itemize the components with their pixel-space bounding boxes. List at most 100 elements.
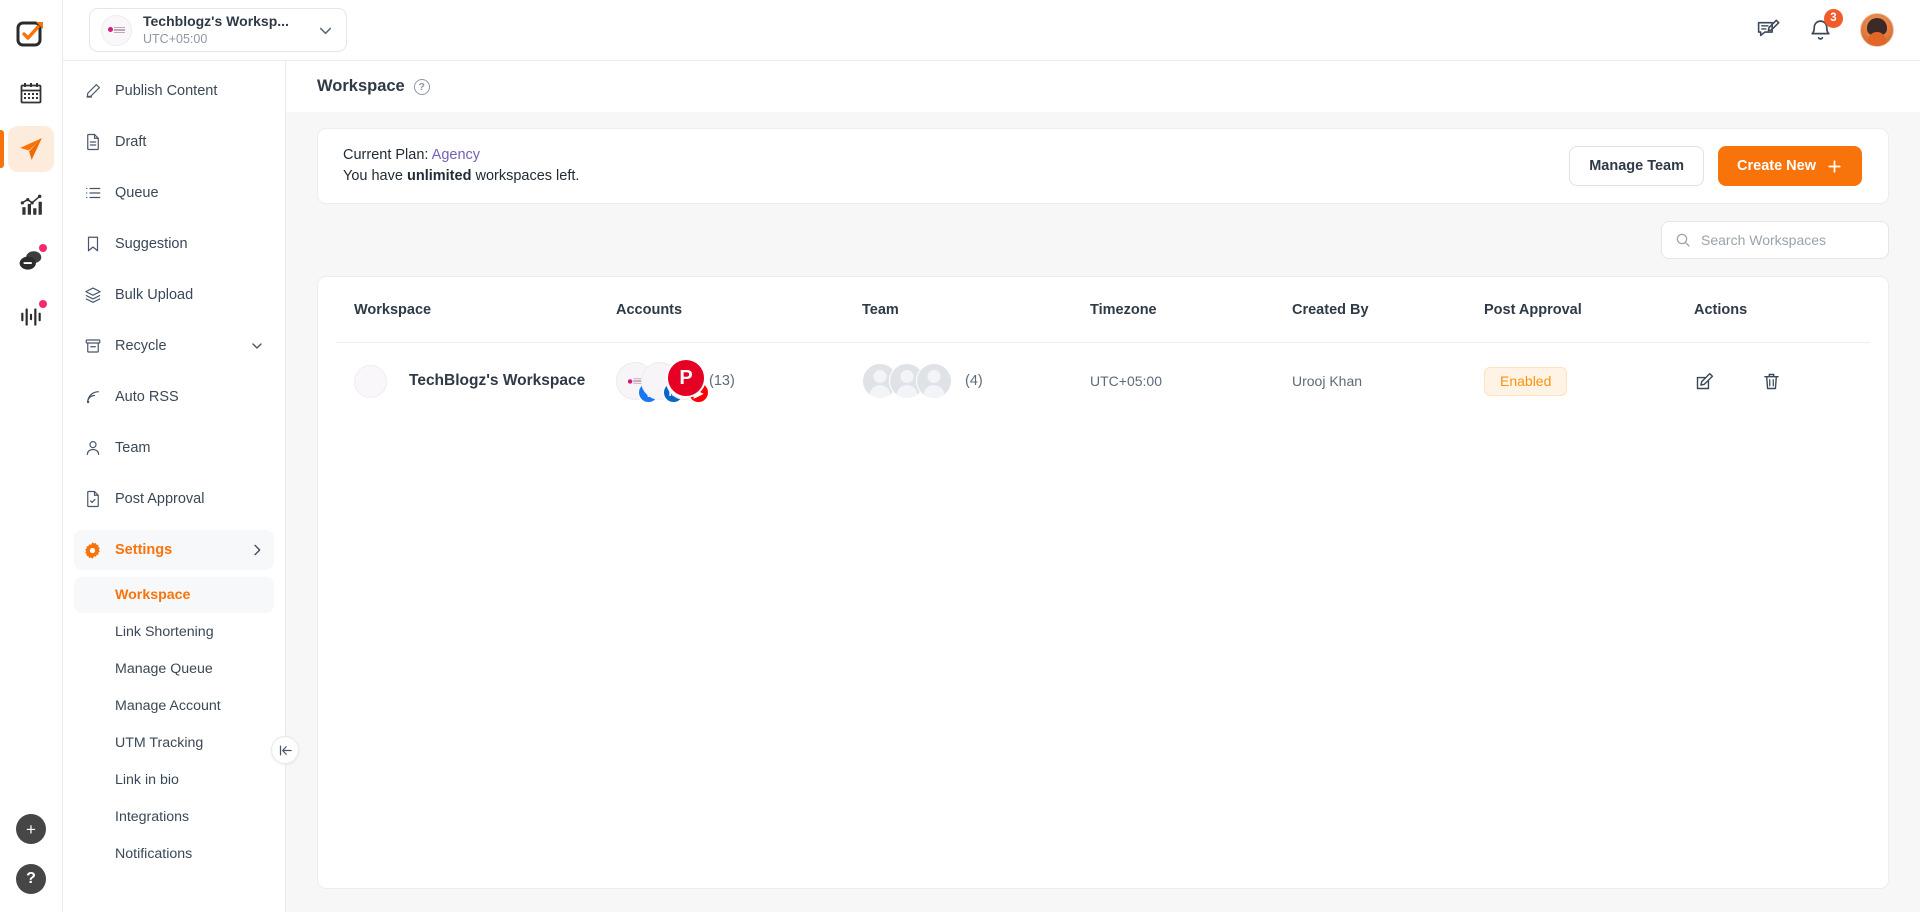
manage-team-button[interactable]: Manage Team (1569, 146, 1705, 186)
sidebar-item-post-approval[interactable]: Post Approval (74, 479, 274, 519)
cell-timezone: UTC+05:00 (1090, 373, 1162, 389)
collapse-sidebar-button[interactable] (271, 736, 299, 764)
sidebar-item-label: Settings (115, 542, 173, 558)
layers-icon (83, 286, 102, 305)
page-title: Workspace (317, 77, 405, 95)
workspace-switcher[interactable]: Techblogz's Worksp... UTC+05:00 (89, 8, 347, 52)
help-button[interactable]: ? (16, 864, 46, 894)
sidebar-item-settings[interactable]: Settings (74, 530, 274, 570)
inbox-unread-dot (39, 244, 47, 252)
create-new-label: Create New (1737, 158, 1816, 174)
rail-item-inbox[interactable] (8, 238, 54, 284)
collapse-sidebar-icon (278, 743, 293, 758)
rss-icon (83, 388, 102, 407)
cell-actions (1694, 343, 1870, 420)
contentstudio-logo[interactable] (9, 12, 53, 56)
sidebar-item-publish-content[interactable]: Publish Content (74, 71, 274, 111)
sidebar-nav: Publish Content Draft Queue Suggestion B… (63, 61, 285, 570)
sidebar-subitem-workspace[interactable]: Workspace (74, 577, 274, 613)
sidebar-item-recycle[interactable]: Recycle (74, 326, 274, 366)
rail-item-calendar[interactable] (8, 70, 54, 116)
table-header-row: Workspace Accounts Team Timezone Created… (336, 277, 1870, 343)
team-count: (4) (965, 373, 983, 389)
search-input[interactable] (1701, 232, 1875, 248)
gear-icon (83, 541, 102, 560)
sidebar-item-suggestion[interactable]: Suggestion (74, 224, 274, 264)
delete-icon[interactable] (1761, 371, 1782, 392)
document-icon (83, 133, 102, 152)
workspace-switcher-name: Techblogz's Worksp... (143, 13, 289, 30)
search-icon (1675, 232, 1691, 248)
workspace-switcher-timezone: UTC+05:00 (143, 31, 208, 46)
sidebar-subitem-manage-account[interactable]: Manage Account (74, 688, 274, 724)
sidebar-subitem-integrations[interactable]: Integrations (74, 799, 274, 835)
person-icon (83, 439, 102, 458)
col-header-actions: Actions (1694, 277, 1870, 343)
col-header-workspace: Workspace (336, 277, 616, 343)
plan-name-link[interactable]: Agency (432, 147, 480, 163)
col-header-created-by: Created By (1292, 277, 1484, 343)
pinterest-icon: P (666, 358, 706, 398)
sidebar-item-auto-rss[interactable]: Auto RSS (74, 377, 274, 417)
cell-accounts: f in ▶ P (616, 343, 862, 420)
influencer-unread-dot (39, 300, 47, 308)
workspaces-table: Workspace Accounts Team Timezone Created… (336, 277, 1870, 419)
rail-item-publish[interactable] (0, 126, 54, 172)
table-row[interactable]: TechBlogz's Workspace P (13) (4) UTC+05:… (336, 343, 1870, 420)
settings-sub-nav: Workspace Link Shortening Manage Queue M… (63, 577, 285, 872)
notifications-bell[interactable]: 3 (1808, 8, 1843, 43)
sidebar-subitem-notifications[interactable]: Notifications (74, 836, 274, 872)
quota-value: unlimited (406, 168, 472, 184)
list-icon (83, 184, 102, 203)
cell-created-by: Urooj Khan (1292, 373, 1363, 389)
plan-banner: Current Plan: Agency You have unlimited … (317, 128, 1889, 204)
col-header-timezone: Timezone (1090, 277, 1292, 343)
sidebar-item-label: Queue (115, 185, 159, 201)
table-head: Workspace Accounts Team Timezone Created… (336, 277, 1870, 343)
page-header: Workspace ? (286, 61, 1920, 112)
status-badge: Enabled (1484, 366, 1568, 396)
chevron-right-icon (249, 542, 265, 558)
workspace-avatar (101, 14, 132, 46)
rail-items (0, 70, 54, 340)
create-new-button[interactable]: Create New (1718, 146, 1862, 186)
bookmark-icon (83, 235, 102, 254)
sidebar-item-team[interactable]: Team (74, 428, 274, 468)
compose-icon[interactable] (1756, 18, 1781, 43)
sidebar-subitem-link-in-bio[interactable]: Link in bio (74, 762, 274, 798)
user-avatar[interactable] (1860, 13, 1894, 47)
plus-icon (1826, 158, 1843, 175)
top-bar-actions: 3 (1756, 8, 1894, 47)
rail-item-influencer[interactable] (8, 294, 54, 340)
help-circle-icon[interactable]: ? (413, 78, 430, 95)
cell-workspace: TechBlogz's Workspace (336, 343, 616, 420)
chevron-down-icon (249, 338, 265, 354)
sidebar-item-bulk-upload[interactable]: Bulk Upload (74, 275, 274, 315)
sidebar-subitem-manage-queue[interactable]: Manage Queue (74, 651, 274, 687)
search-workspaces-box[interactable] (1661, 221, 1889, 259)
workspaces-table-card: Workspace Accounts Team Timezone Created… (317, 276, 1889, 889)
document-check-icon (83, 490, 102, 509)
sidebar-item-label: Auto RSS (115, 389, 179, 405)
current-plan-label: Current Plan: (343, 146, 429, 163)
quota-prefix: You have (343, 168, 403, 184)
team-avatar (916, 363, 952, 399)
edit-icon[interactable] (1694, 371, 1715, 392)
col-header-post-approval: Post Approval (1484, 277, 1694, 343)
sidebar-subitem-link-shortening[interactable]: Link Shortening (74, 614, 274, 650)
account-avatars: f in ▶ P (616, 358, 709, 403)
rail-item-analytics[interactable] (8, 182, 54, 228)
workspace-panel: Current Plan: Agency You have unlimited … (286, 112, 1920, 912)
sidebar-item-label: Bulk Upload (115, 287, 194, 303)
sidebar-item-draft[interactable]: Draft (74, 122, 274, 162)
sidebar-item-queue[interactable]: Queue (74, 173, 274, 213)
sidebar-subitem-utm-tracking[interactable]: UTM Tracking (74, 725, 274, 761)
main-area: Techblogz's Worksp... UTC+05:00 3 Worksp… (63, 0, 1920, 912)
icon-rail: + ? (0, 0, 63, 912)
team-avatars (862, 363, 952, 399)
plan-banner-text: Current Plan: Agency You have unlimited … (343, 145, 579, 187)
sidebar-item-label: Post Approval (115, 491, 205, 507)
search-row (317, 204, 1889, 276)
add-button[interactable]: + (16, 814, 46, 844)
workspace-row-name: TechBlogz's Workspace (409, 372, 586, 389)
